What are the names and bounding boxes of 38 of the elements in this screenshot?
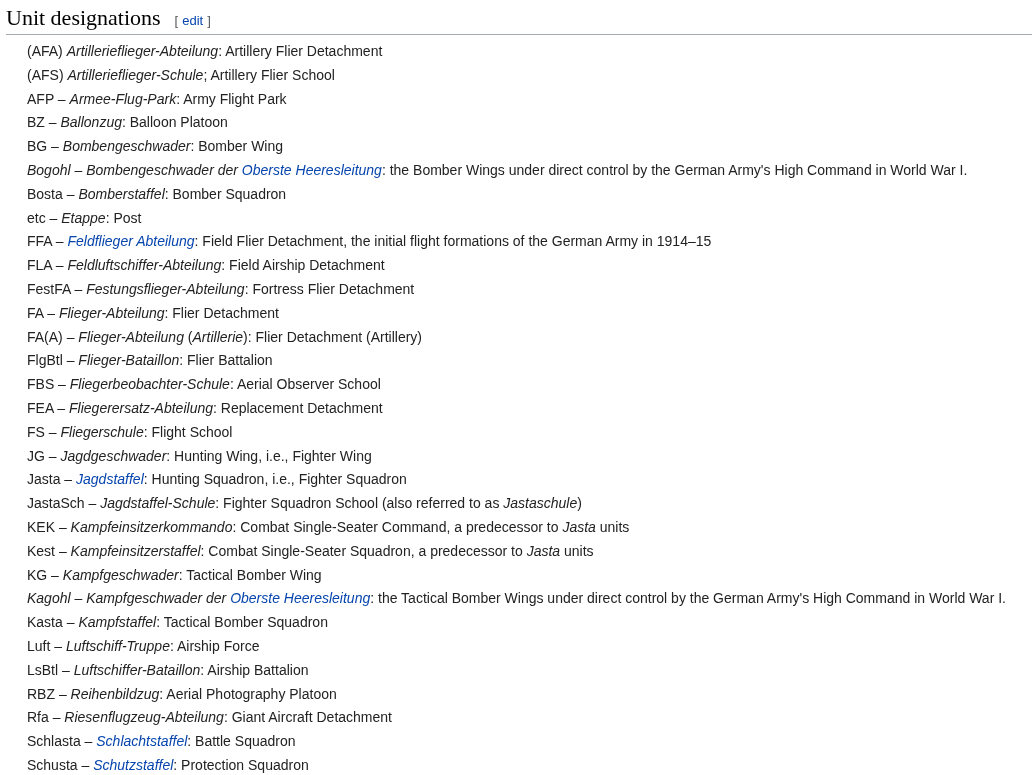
list-item: Schlasta – Schlachtstaffel: Battle Squadron [27,732,296,752]
list-item: FestFA – Festungsflieger-Abteilung: Fortress Flier Detachment [27,279,415,299]
list-item: Kasta – Kampfstaffel: Tactical Bomber Squadron [27,613,328,633]
section-heading: Unit designations [6,4,161,32]
list-item: Schusta – Schutzstaffel: Protection Squadron [27,755,309,775]
bracket-text: [ [174,12,179,30]
list-item: Bogohl – Bombengeschwader der Oberste Heeresleitung: the Bomber Wings under direct control by the German Army's High Command in World War I. [27,161,968,180]
list-item: FlgBtl – Flieger-Bataillon: Flier Battalion [27,351,273,371]
list-item: RBZ – Reihenbildzug: Aerial Photography Platoon [27,684,337,704]
list-item: FS – Fliegerschule: Flight School [27,422,233,442]
list-item: FEA – Fliegerersatz-Abteilung: Replacement Detachment [27,398,383,418]
link[interactable]: Feldflieger Abteilung [67,233,195,250]
list-item: LsBtl – Luftschiffer-Bataillon: Airship Battalion [27,660,309,680]
list-item: Jasta – Jagdstaffel: Hunting Squadron, i.e., Fighter Squadron [27,470,407,490]
list-item: etc – Etappe: Post [27,208,142,228]
list-item: BZ – Ballonzug: Balloon Platoon [27,113,228,133]
list-item: FFA – Feldflieger Abteilung: Field Flier Detachment, the initial flight formations of the German Army in 1914–15 [27,232,712,252]
list-item: BG – Bombengeschwader: Bomber Wing [27,137,284,157]
bracket-text: ] [207,12,211,30]
list-item: FBS – Fliegerbeobachter-Schule: Aerial Observer School [27,375,381,395]
edit-link[interactable]: edit [182,11,204,31]
link[interactable]: Jagdstaffel [76,471,144,488]
list-item: Rfa – Riesenflugzeug-Abteilung: Giant Aircraft Detachment [27,708,392,728]
list-item: FA(A) – Flieger-Abteilung (Artillerie): Flier Detachment (Artillery) [27,327,422,347]
link[interactable]: Oberste Heeresleitung [241,162,382,178]
list-item: (AFS) Artillerieflieger-Schule; Artillery Flier School [27,65,335,85]
list-item: AFP – Armee-Flug-Park: Army Flight Park [27,89,287,109]
list-item: KEK – Kampfeinsitzerkommando: Combat Single-Seater Command, a predecessor to Jasta units [27,517,630,537]
list-item: JastaSch – Jagdstaffel-Schule: Fighter Squadron School (also referred to as Jastaschule) [27,494,582,514]
list-item: FA – Flieger-Abteilung: Flier Detachment [27,303,279,323]
list-item: KG – Kampfgeschwader: Tactical Bomber Wing [27,565,322,585]
list-item: Kagohl – Kampfgeschwader der Oberste Heeresleitung: the Tactical Bomber Wings under direct control by the German Army's High Command in World War I. [27,589,1006,609]
list-item: Bosta – Bomberstaffel: Bomber Squadron [27,184,287,204]
list-item: JG – Jagdgeschwader: Hunting Wing, i.e., Fighter Wing [27,446,372,466]
list-item: Luft – Luftschiff-Truppe: Airship Force [27,636,260,656]
list-item: FLA – Feldluftschiffer-Abteilung: Field Airship Detachment [27,256,385,276]
list-item: (AFA) Artillerieflieger-Abteilung: Artillery Flier Detachment [27,42,383,61]
list-item: Kest – Kampfeinsitzerstaffel: Combat Single-Seater Squadron, a predecessor to Jasta units [27,541,594,561]
